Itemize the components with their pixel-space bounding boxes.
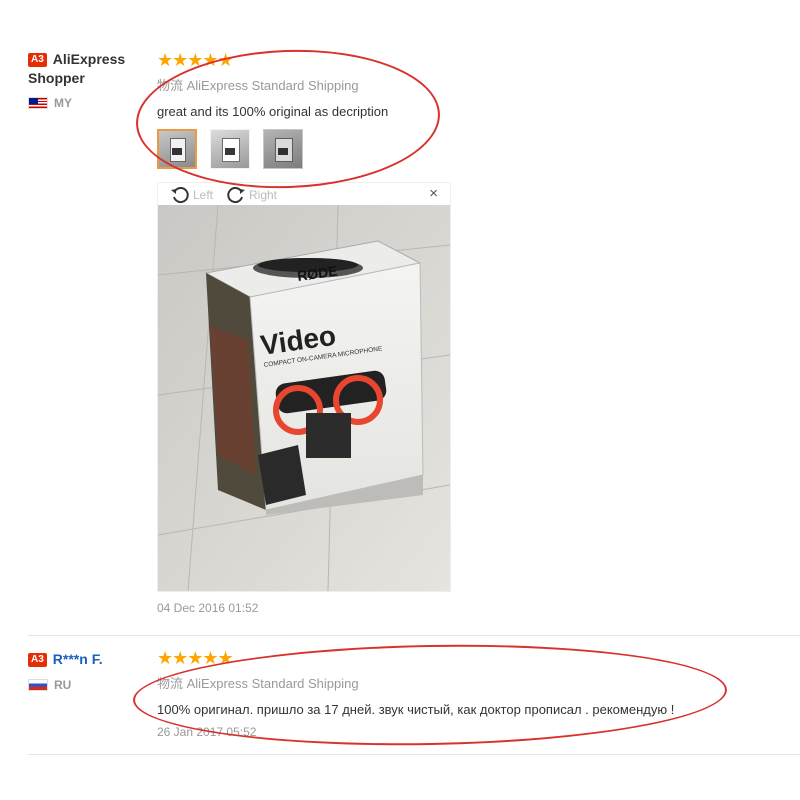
review-text: great and its 100% original as decriptio…	[157, 104, 389, 119]
close-icon[interactable]: ×	[429, 185, 438, 202]
reviewer-name[interactable]: A3 R***n F.	[28, 650, 153, 669]
review-content: ★★★★★ 物流 AliExpress Standard Shipping 10…	[157, 648, 797, 739]
shipping-method: 物流 AliExpress Standard Shipping	[157, 676, 359, 691]
review-photo: RØDE Video COMPACT ON-CAMERA MICROPHONE	[158, 205, 450, 591]
russia-flag-icon	[28, 679, 48, 691]
rotate-right-icon	[227, 187, 245, 204]
review-date: 04 Dec 2016 01:52	[157, 601, 259, 615]
review-date: 26 Jan 2017 05:52	[157, 725, 257, 739]
review-photo-thumbnail[interactable]	[210, 129, 250, 169]
rotate-right-button[interactable]: Right	[226, 185, 277, 205]
shipping-method: 物流 AliExpress Standard Shipping	[157, 78, 359, 93]
reviewer-info: A3 AliExpress Shopper MY	[28, 50, 153, 110]
star-rating: ★★★★★	[157, 648, 234, 668]
microphone-box-photo: RØDE Video COMPACT ON-CAMERA MICROPHONE	[158, 205, 450, 591]
star-rating: ★★★★★	[157, 50, 234, 70]
rotate-left-icon	[171, 187, 189, 204]
photo-viewer-toolbar: Left Right ×	[158, 183, 450, 205]
reviewer-info: A3 R***n F. RU	[28, 650, 153, 692]
review-photo-thumbnail[interactable]	[263, 129, 303, 169]
review-item: A3 R***n F. RU ★★★★★ 物流 AliExpress Standa…	[28, 635, 800, 756]
photo-viewer: Left Right × RØDE Video COMPACT ON-CAMER…	[157, 182, 451, 592]
malaysia-flag-icon	[28, 97, 48, 109]
rotate-left-button[interactable]: Left	[170, 185, 213, 205]
reviewer-country: MY	[28, 96, 153, 110]
review-text: 100% оригинал. пришло за 17 дней. звук ч…	[157, 702, 675, 717]
review-item: A3 AliExpress Shopper MY ★★★★★ 物流 AliExpr…	[28, 50, 800, 630]
reviewer-name: A3 AliExpress Shopper	[28, 51, 126, 86]
reviewer-country: RU	[28, 678, 153, 692]
buyer-level-badge: A3	[28, 53, 47, 67]
review-content: ★★★★★ 物流 AliExpress Standard Shipping gr…	[157, 50, 797, 169]
buyer-level-badge: A3	[28, 653, 47, 667]
review-photo-thumbnails	[157, 129, 797, 169]
review-photo-thumbnail[interactable]	[157, 129, 197, 169]
